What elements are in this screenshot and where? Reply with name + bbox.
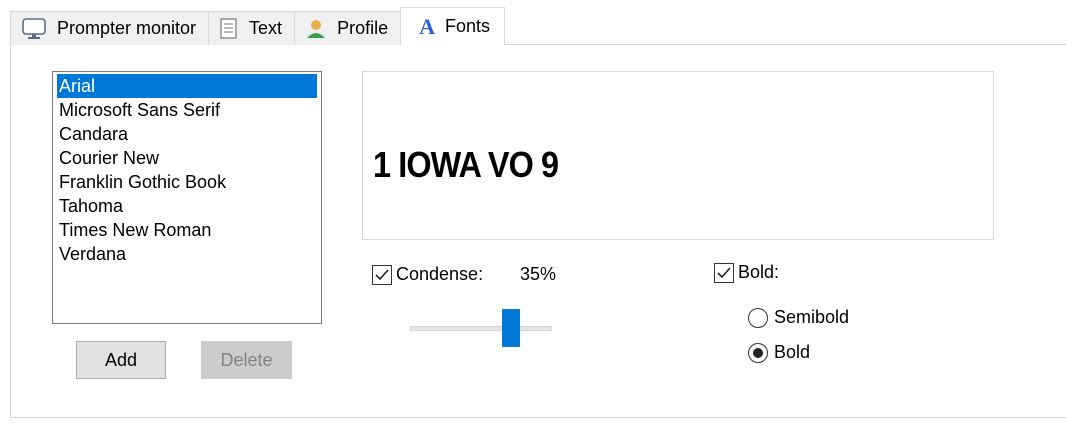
- checkbox-box[interactable]: [714, 262, 734, 283]
- monitor-icon: [21, 17, 47, 41]
- tab-label: Text: [249, 18, 283, 38]
- semibold-label: Semibold: [774, 307, 850, 327]
- font-letter-icon: A: [419, 13, 435, 39]
- condense-checkbox[interactable]: Condense:: [372, 264, 483, 285]
- bold-option-label: Bold: [774, 342, 811, 362]
- tab-label: Prompter monitor: [57, 18, 197, 38]
- user-profile-icon: [305, 18, 327, 40]
- fonts-settings-window: Prompter monitor Text Profile A Fonts Ar…: [0, 0, 1066, 426]
- add-font-button[interactable]: Add: [76, 341, 166, 379]
- radio-circle[interactable]: [748, 307, 768, 328]
- tab-strip: Prompter monitor Text Profile A Fonts: [10, 7, 506, 45]
- font-list-item[interactable]: Courier New: [57, 146, 317, 170]
- semibold-radio[interactable]: Semibold: [748, 307, 849, 328]
- condense-slider-thumb[interactable]: [502, 309, 520, 347]
- tab-profile[interactable]: Profile: [294, 11, 402, 45]
- font-list-item[interactable]: Tahoma: [57, 194, 317, 218]
- font-list-item[interactable]: Candara: [57, 122, 317, 146]
- font-preview-box: 1 IOWA VO 9: [362, 71, 994, 240]
- radio-selected-dot: [753, 347, 763, 358]
- font-listbox[interactable]: Arial Microsoft Sans Serif Candara Couri…: [52, 71, 322, 324]
- tab-fonts[interactable]: A Fonts: [400, 7, 506, 45]
- bold-radio[interactable]: Bold: [748, 342, 810, 363]
- text-document-icon: [219, 17, 239, 40]
- preview-sample-text: 1 IOWA VO 9: [373, 144, 559, 185]
- delete-font-button[interactable]: Delete: [201, 341, 292, 379]
- font-list-item[interactable]: Times New Roman: [57, 218, 317, 242]
- font-list-item[interactable]: Arial: [57, 74, 317, 98]
- condense-value: 35%: [520, 264, 557, 284]
- checkbox-box[interactable]: [372, 264, 392, 285]
- tab-label: Profile: [337, 18, 389, 38]
- font-list-item[interactable]: Franklin Gothic Book: [57, 170, 317, 194]
- tab-text[interactable]: Text: [208, 11, 296, 45]
- bold-checkbox[interactable]: Bold:: [714, 262, 779, 283]
- checkmark-icon: [717, 266, 731, 278]
- radio-circle[interactable]: [748, 342, 768, 363]
- font-list-item[interactable]: Verdana: [57, 242, 317, 266]
- condense-slider-track[interactable]: [410, 326, 552, 331]
- checkmark-icon: [375, 268, 389, 280]
- font-list-item[interactable]: Microsoft Sans Serif: [57, 98, 317, 122]
- bold-label: Bold:: [738, 262, 780, 282]
- tab-label: Fonts: [444, 16, 491, 36]
- condense-label: Condense:: [396, 264, 484, 284]
- tab-prompter-monitor[interactable]: Prompter monitor: [10, 11, 210, 45]
